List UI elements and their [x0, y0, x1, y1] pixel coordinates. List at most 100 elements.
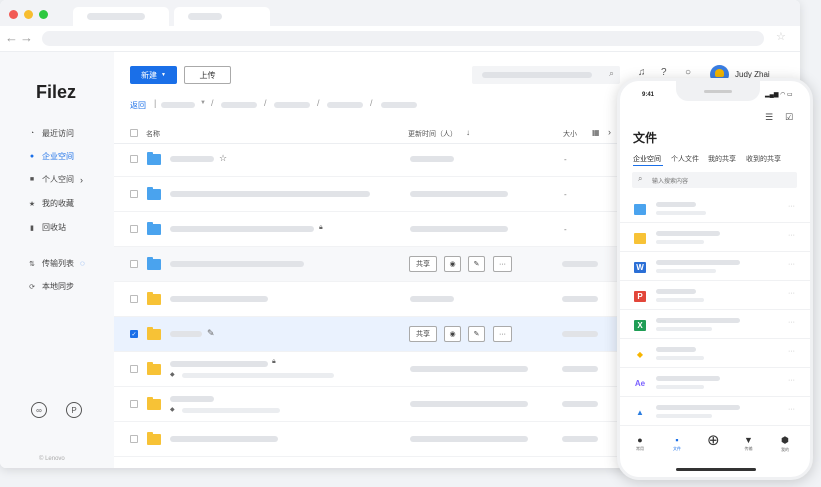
bookmark-star-icon[interactable]: ☆ — [776, 30, 786, 43]
preview-eye-icon[interactable]: ◉ — [444, 256, 461, 272]
list-item[interactable]: ··· — [620, 195, 810, 223]
breadcrumb-item[interactable] — [274, 102, 310, 108]
nav-label: 常用 — [636, 446, 644, 451]
sidebar-item-transfer[interactable]: ⇅ 传输列表 ◌ — [28, 258, 85, 269]
tab-enterprise[interactable]: 企业空间 — [633, 154, 661, 164]
breadcrumb-item[interactable] — [327, 102, 363, 108]
row-checkbox[interactable] — [130, 190, 138, 198]
row-checkbox[interactable] — [130, 365, 138, 373]
more-options-icon[interactable]: ··· — [788, 290, 795, 297]
browser-tab[interactable] — [174, 7, 270, 26]
nav-transfer[interactable]: ▼ 传输 — [744, 435, 753, 452]
row-checkbox[interactable] — [130, 155, 138, 163]
search-input[interactable]: ⌕ 输入搜索内容 — [632, 172, 797, 188]
list-item[interactable]: P ··· — [620, 282, 810, 310]
help-icon[interactable]: ? — [661, 67, 667, 78]
enterprise-icon: ● — [29, 153, 35, 160]
sidebar-item-label: 企业空间 — [42, 152, 74, 161]
row-checkbox[interactable] — [130, 400, 138, 408]
edit-pencil-icon[interactable]: ✎ — [468, 256, 485, 272]
column-updated[interactable]: 更新时间（人） — [408, 129, 457, 139]
sort-arrow-icon[interactable]: ↓ — [466, 128, 470, 137]
forward-arrow-icon[interactable]: → — [20, 30, 33, 45]
chevron-right-icon[interactable]: › — [80, 175, 83, 185]
upload-button[interactable]: 上传 — [184, 66, 231, 84]
message-icon[interactable]: ○ — [685, 67, 691, 78]
list-sort-icon[interactable]: ☰ — [765, 112, 773, 123]
chevron-right-icon[interactable]: › — [608, 127, 611, 137]
size-value: - — [564, 190, 567, 199]
list-item[interactable]: X ··· — [620, 311, 810, 339]
url-input[interactable] — [42, 31, 764, 46]
row-checkbox[interactable] — [130, 435, 138, 443]
close-window-button[interactable] — [9, 10, 18, 19]
list-item[interactable]: ◆ ··· — [620, 340, 810, 368]
share-button[interactable]: 共享 — [409, 256, 437, 272]
edit-pencil-icon[interactable]: ✎ — [207, 328, 215, 339]
row-checkbox[interactable] — [130, 295, 138, 303]
breadcrumb-item[interactable] — [381, 102, 417, 108]
more-options-icon[interactable]: ··· — [788, 261, 795, 268]
new-button[interactable]: 新建 ▼ — [130, 66, 177, 84]
column-name[interactable]: 名称 — [146, 129, 160, 139]
sidebar-item-trash[interactable]: ▮ 回收站 — [28, 222, 66, 233]
minimize-window-button[interactable] — [24, 10, 33, 19]
nav-common[interactable]: ● 常用 — [636, 435, 644, 452]
more-options-icon[interactable]: ··· — [493, 326, 512, 342]
nav-files[interactable]: ▪ 文件 — [673, 435, 681, 452]
breadcrumb-separator: / — [264, 98, 267, 108]
caret-down-icon[interactable]: ▼ — [200, 100, 206, 106]
more-options-icon[interactable]: ··· — [788, 406, 795, 413]
row-checkbox[interactable] — [130, 225, 138, 233]
more-options-icon[interactable]: ··· — [788, 319, 795, 326]
more-options-icon[interactable]: ··· — [788, 377, 795, 384]
preview-eye-icon[interactable]: ◉ — [444, 326, 461, 342]
select-all-checkbox[interactable] — [130, 129, 138, 137]
share-button[interactable]: 共享 — [409, 326, 437, 342]
nav-profile[interactable]: ⬢ 我的 — [781, 435, 789, 453]
row-checkbox[interactable]: ✓ — [130, 330, 138, 338]
folder-shared-icon — [147, 362, 161, 375]
nav-add[interactable]: ⊕ — [707, 431, 720, 449]
back-link[interactable]: 返回 — [130, 100, 146, 111]
more-options-icon[interactable]: ··· — [788, 203, 795, 210]
star-outline-icon[interactable]: ☆ — [219, 153, 227, 164]
tab-received-shares[interactable]: 收到的共享 — [746, 154, 781, 164]
list-item[interactable]: Ae ··· — [620, 369, 810, 397]
breadcrumb-separator: / — [211, 98, 214, 108]
back-arrow-icon[interactable]: ← — [5, 30, 18, 45]
search-input[interactable]: ⌕ — [472, 66, 620, 84]
sidebar-item-favorites[interactable]: ★ 我的收藏 — [28, 198, 74, 209]
more-options-icon[interactable]: ··· — [493, 256, 512, 272]
sidebar-item-personal[interactable]: ■ 个人空间 › — [28, 174, 83, 185]
row-checkbox[interactable] — [130, 260, 138, 268]
folder-blue-icon — [147, 187, 161, 200]
sidebar-item-sync[interactable]: ⟳ 本地同步 — [28, 281, 74, 292]
folder-blue-icon — [147, 152, 161, 165]
link-icon[interactable]: ∞ — [31, 402, 47, 418]
breadcrumb-item[interactable] — [161, 102, 195, 108]
feedback-icon[interactable]: P — [66, 402, 82, 418]
notification-bell-icon[interactable]: ♫ — [638, 67, 646, 78]
breadcrumb-item[interactable] — [221, 102, 257, 108]
list-item[interactable]: ··· — [620, 224, 810, 252]
edit-pencil-icon[interactable]: ✎ — [468, 326, 485, 342]
list-item[interactable]: W ··· — [620, 253, 810, 281]
more-options-icon[interactable]: ··· — [788, 348, 795, 355]
list-item[interactable]: ▲ ··· — [620, 398, 810, 426]
select-check-icon[interactable]: ☑ — [785, 112, 793, 123]
maximize-window-button[interactable] — [39, 10, 48, 19]
sidebar-item-enterprise[interactable]: ● 企业空间 — [28, 151, 74, 162]
more-options-icon[interactable]: ··· — [788, 232, 795, 239]
sidebar-item-recent[interactable]: ◔ 最近访问 — [28, 128, 74, 139]
browser-tab[interactable] — [73, 7, 169, 26]
tab-my-shares[interactable]: 我的共享 — [708, 154, 736, 164]
clock-icon: ◔ — [29, 130, 35, 137]
column-size[interactable]: 大小 — [563, 129, 577, 139]
grid-view-icon[interactable]: ▦ — [592, 128, 600, 137]
profile-icon: ⬢ — [781, 435, 789, 445]
tab-personal[interactable]: 个人文件 — [671, 154, 699, 164]
search-icon[interactable]: ⌕ — [609, 68, 614, 79]
transfer-icon: ⇅ — [29, 260, 35, 268]
folder-blue-icon — [147, 222, 161, 235]
